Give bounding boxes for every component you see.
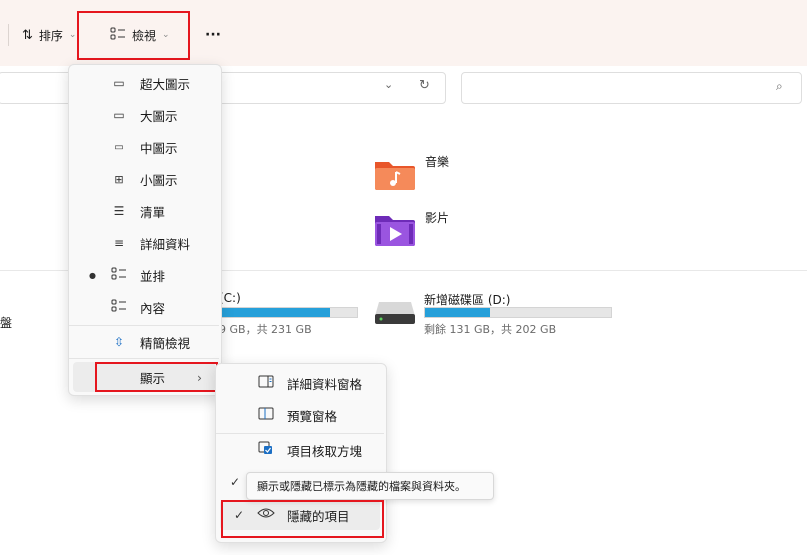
menu-item-small-icons[interactable]: ⊞ 小圖示 [69, 164, 219, 194]
drive-c-usage-fill [220, 308, 330, 317]
menu-item-large-icons[interactable]: ▭ 大圖示 [69, 100, 219, 130]
content-icon [109, 299, 129, 316]
view-menu: ▭ 超大圖示 ▭ 大圖示 ▭ 中圖示 ⊞ 小圖示 ☰ 清單 ≡ 詳細資料 ● 並… [68, 64, 222, 396]
submenu-item-label: 項目核取方塊 [287, 443, 363, 459]
sort-icon: ⇅ [22, 27, 33, 43]
chevron-down-icon: ⌄ [68, 30, 77, 40]
menu-separator [69, 358, 219, 359]
more-icon: ··· [205, 27, 221, 43]
menu-item-medium-icons[interactable]: ▭ 中圖示 [69, 132, 219, 162]
submenu-item-preview-pane[interactable]: 預覽窗格 [216, 400, 384, 430]
menu-item-details[interactable]: ≡ 詳細資料 [69, 228, 219, 258]
menu-item-compact-view[interactable]: ⇳ 精簡檢視 [69, 327, 219, 357]
folder-videos[interactable]: 影片 [373, 211, 450, 251]
drive-c-label[interactable]: (C:) [219, 291, 241, 305]
folder-name: 音樂 [425, 155, 450, 169]
details-pane-icon [256, 375, 276, 392]
chevron-down-icon[interactable]: ⌄ [384, 78, 393, 91]
submenu-item-label: 預覽窗格 [287, 408, 338, 424]
highlight-box-hidden-items [221, 500, 384, 538]
menu-item-label: 清單 [140, 204, 166, 220]
folder-music[interactable]: 音樂 [373, 155, 450, 195]
drive-c-space: 9 GB，共 231 GB [219, 323, 312, 336]
check-icon: ✓ [230, 475, 241, 489]
hard-drive-icon [373, 296, 417, 331]
details-icon: ≡ [113, 236, 125, 250]
tooltip-text: 顯示或隱藏已標示為隱藏的檔案與資料夾。 [257, 480, 466, 493]
menu-item-label: 超大圖示 [140, 76, 191, 92]
submenu-separator [216, 433, 384, 434]
menu-item-label: 精簡檢視 [140, 335, 191, 351]
command-bar: ⇅ 排序 ⌄ 檢視 ⌄ ··· [0, 0, 807, 67]
menu-item-label: 詳細資料 [140, 236, 191, 252]
selected-dot-icon: ● [89, 270, 96, 280]
address-bar[interactable]: ⌄ ↻ [0, 72, 446, 104]
monitor-icon: ▭ [113, 76, 125, 90]
submenu-item-label: 詳細資料窗格 [287, 376, 363, 392]
sort-button[interactable]: ⇅ 排序 ⌄ [22, 20, 76, 50]
toolbar-separator [8, 24, 9, 46]
video-folder-icon [373, 212, 417, 251]
menu-separator [69, 325, 219, 326]
submenu-item-checkboxes[interactable]: 項目核取方塊 [216, 435, 384, 465]
tiles-icon [109, 267, 129, 284]
drive-d-label[interactable]: 新增磁碟區 (D:) [424, 291, 510, 308]
menu-item-list[interactable]: ☰ 清單 [69, 196, 219, 226]
tooltip: 顯示或隱藏已標示為隱藏的檔案與資料夾。 [246, 472, 494, 500]
menu-item-label: 大圖示 [140, 108, 178, 124]
drive-d-usage-bar [424, 307, 612, 318]
drive-d-usage-fill [425, 308, 491, 317]
drive-stub-label: 盤 [0, 316, 13, 330]
sort-label: 排序 [38, 28, 63, 43]
highlight-box-view [77, 11, 190, 60]
highlight-box-show [95, 362, 218, 392]
folder-name: 影片 [425, 211, 450, 225]
more-options-button[interactable]: ··· [205, 20, 221, 50]
search-box[interactable]: ⌕ [461, 72, 802, 104]
monitor-icon: ▭ [114, 141, 124, 153]
menu-item-content[interactable]: 內容 [69, 292, 219, 322]
checkbox-icon [256, 441, 276, 459]
list-icon: ☰ [113, 204, 125, 218]
drive-c-usage-bar [219, 307, 358, 318]
menu-item-tiles[interactable]: ● 並排 [69, 260, 219, 290]
monitor-icon: ▭ [113, 108, 125, 122]
music-folder-icon [373, 156, 417, 195]
menu-item-extra-large-icons[interactable]: ▭ 超大圖示 [69, 68, 219, 98]
submenu-item-partial-check[interactable]: ✓ [222, 467, 246, 497]
menu-item-label: 內容 [140, 300, 166, 316]
menu-item-label: 中圖示 [140, 140, 178, 156]
menu-item-label: 並排 [140, 268, 166, 284]
preview-pane-icon [256, 407, 276, 424]
menu-item-label: 小圖示 [140, 172, 178, 188]
refresh-icon[interactable]: ↻ [419, 78, 430, 93]
search-icon: ⌕ [776, 79, 783, 93]
compact-icon: ⇳ [113, 335, 125, 349]
submenu-item-details-pane[interactable]: 詳細資料窗格 [216, 368, 384, 398]
drive-d-space: 剩餘 131 GB，共 202 GB [424, 323, 557, 336]
grid-icon: ⊞ [114, 172, 124, 186]
